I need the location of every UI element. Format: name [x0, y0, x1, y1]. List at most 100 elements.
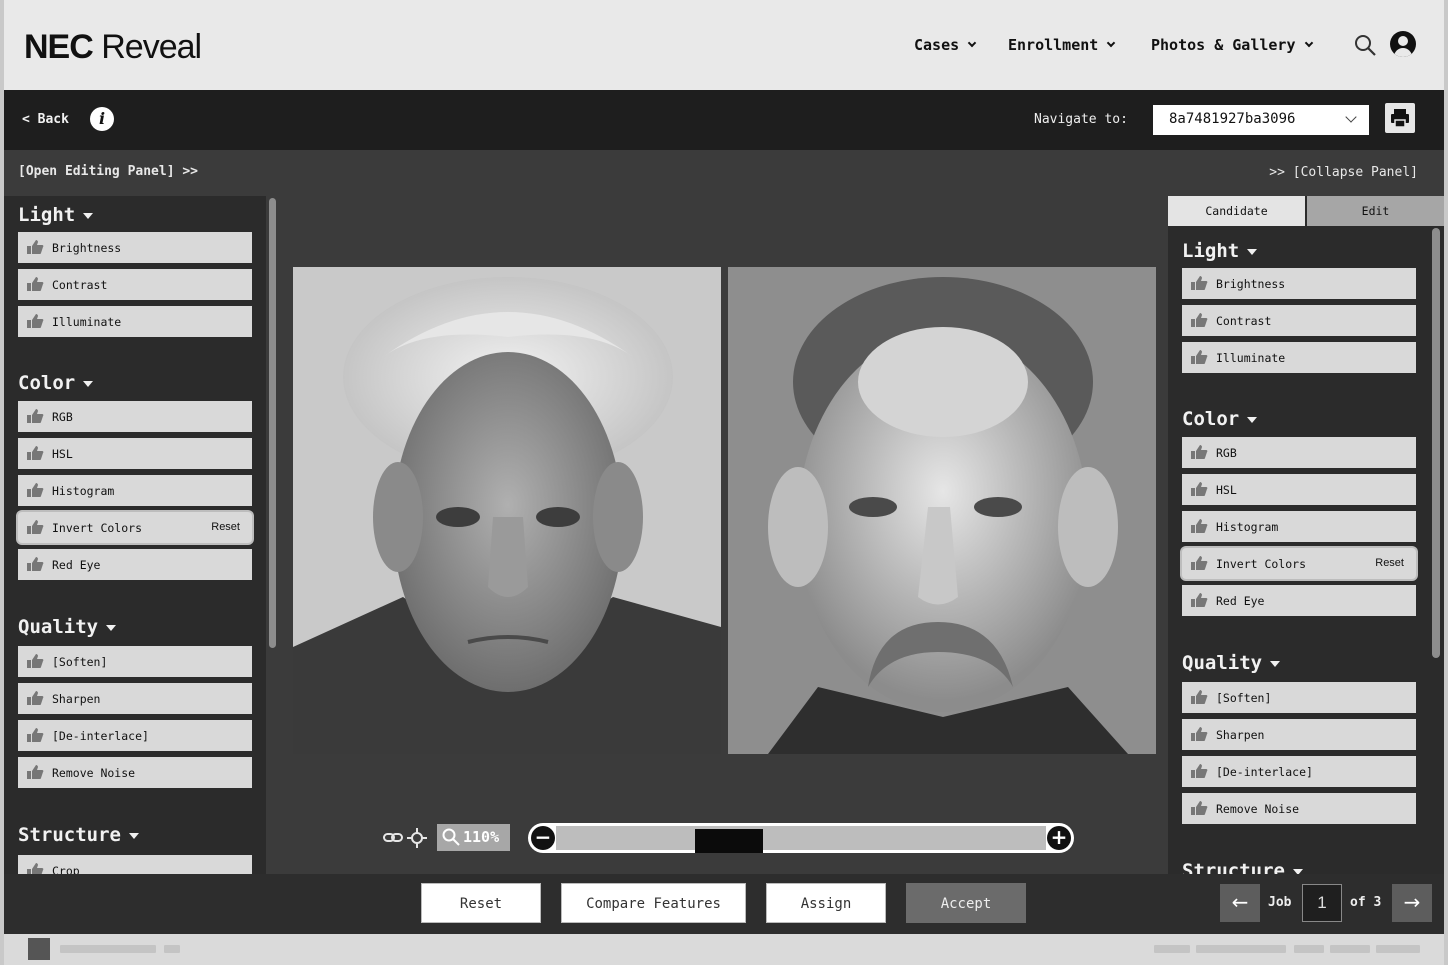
tool-red-eye[interactable]: Red Eye	[18, 549, 252, 580]
section-title: Color	[1182, 408, 1240, 430]
navigate-select[interactable]: 8a7481927ba3096	[1153, 105, 1369, 135]
assign-button[interactable]: Assign	[766, 883, 886, 923]
tool-de-interlace[interactable]: [De-interlace]	[1182, 756, 1416, 787]
crosshair-icon[interactable]	[406, 827, 428, 849]
zoom-slider[interactable]: − +	[528, 823, 1074, 853]
zoom-out-button[interactable]: −	[531, 826, 555, 850]
tool-hsl[interactable]: HSL	[18, 438, 252, 469]
section-color[interactable]: Color	[18, 372, 94, 394]
tool-contrast[interactable]: Contrast	[1182, 305, 1416, 336]
left-editing-panel: Light Brightness Contrast Illuminate Col…	[4, 196, 266, 874]
invert-colors-reset-link[interactable]: Reset	[1375, 557, 1404, 569]
section-title: Quality	[1182, 652, 1263, 674]
tool-histogram[interactable]: Histogram	[1182, 511, 1416, 542]
tool-hsl[interactable]: HSL	[1182, 474, 1416, 505]
thumbs-up-icon	[27, 691, 44, 705]
section-title: Quality	[18, 616, 99, 638]
right-panel-scrollbar[interactable]	[1432, 228, 1440, 658]
tool-contrast[interactable]: Contrast	[18, 269, 252, 300]
tool-sharpen[interactable]: Sharpen	[18, 683, 252, 714]
tool-label: [De-interlace]	[1216, 765, 1313, 779]
tab-edit[interactable]: Edit	[1307, 196, 1444, 226]
zoom-level-display[interactable]: 110%	[437, 824, 510, 851]
thumbs-up-icon	[1191, 519, 1208, 533]
zoom-slider-track[interactable]	[556, 826, 1046, 853]
tool-invert-colors[interactable]: Invert Colors Reset	[1182, 548, 1416, 579]
tool-label: Red Eye	[52, 558, 101, 572]
thumbs-up-icon	[1191, 276, 1208, 290]
previous-job-button[interactable]: ←	[1220, 884, 1260, 922]
next-job-button[interactable]: →	[1392, 884, 1432, 922]
tool-rgb[interactable]: RGB	[18, 401, 252, 432]
section-structure[interactable]: Structure	[1182, 860, 1303, 874]
tool-label: [Soften]	[52, 655, 108, 669]
footer-blurred-text	[1330, 945, 1370, 953]
tool-label: Illuminate	[52, 315, 122, 329]
section-structure[interactable]: Structure	[18, 824, 139, 846]
probe-face-image	[293, 267, 721, 754]
section-light[interactable]: Light	[1182, 240, 1258, 262]
tool-soften[interactable]: [Soften]	[1182, 682, 1416, 713]
thumbs-up-icon	[1191, 313, 1208, 327]
print-button[interactable]	[1385, 103, 1415, 133]
tool-label: Brightness	[1216, 277, 1286, 291]
thumbs-up-icon	[27, 314, 44, 328]
section-title: Structure	[18, 824, 121, 846]
thumbs-up-icon	[27, 240, 44, 254]
thumbs-up-icon	[27, 654, 44, 668]
thumbs-up-icon	[1191, 690, 1208, 704]
menu-cases[interactable]: Cases	[914, 36, 977, 54]
tool-crop[interactable]: Crop	[18, 855, 252, 874]
chevron-down-icon	[1345, 111, 1357, 123]
thumbs-up-icon	[1191, 445, 1208, 459]
info-icon[interactable]: i	[90, 107, 114, 131]
tool-brightness[interactable]: Brightness	[18, 232, 252, 263]
caret-down-icon	[106, 624, 117, 631]
menu-photos-gallery-label: Photos & Gallery	[1151, 36, 1296, 54]
tool-label: HSL	[1216, 483, 1237, 497]
zoom-slider-handle[interactable]	[695, 829, 763, 853]
reset-button[interactable]: Reset	[421, 883, 541, 923]
left-panel-scrollbar[interactable]	[266, 196, 280, 874]
tool-label: RGB	[1216, 446, 1237, 460]
tool-histogram[interactable]: Histogram	[18, 475, 252, 506]
tab-candidate[interactable]: Candidate	[1168, 196, 1305, 226]
probe-photo[interactable]	[293, 267, 721, 754]
menu-photos-gallery[interactable]: Photos & Gallery	[1151, 36, 1313, 54]
section-color[interactable]: Color	[1182, 408, 1258, 430]
tool-soften[interactable]: [Soften]	[18, 646, 252, 677]
tool-rgb[interactable]: RGB	[1182, 437, 1416, 468]
link-icon[interactable]	[382, 827, 404, 849]
tool-invert-colors[interactable]: Invert Colors Reset	[18, 512, 252, 543]
section-light[interactable]: Light	[18, 204, 94, 226]
search-icon[interactable]	[1354, 34, 1376, 56]
menu-enrollment[interactable]: Enrollment	[1008, 36, 1116, 54]
tool-illuminate[interactable]: Illuminate	[1182, 342, 1416, 373]
back-button[interactable]: < Back	[22, 112, 69, 127]
section-quality[interactable]: Quality	[18, 616, 117, 638]
zoom-in-button[interactable]: +	[1047, 826, 1071, 850]
candidate-photo[interactable]	[728, 267, 1156, 754]
thumbs-up-icon	[1191, 727, 1208, 741]
user-avatar-icon[interactable]	[1390, 31, 1416, 57]
nec-reveal-logo[interactable]: NEC Reveal	[24, 28, 202, 67]
section-title: Color	[18, 372, 76, 394]
accept-button[interactable]: Accept	[906, 883, 1026, 923]
scrollbar-thumb[interactable]	[269, 198, 276, 648]
tool-red-eye[interactable]: Red Eye	[1182, 585, 1416, 616]
tool-label: Crop	[52, 864, 80, 874]
tool-remove-noise[interactable]: Remove Noise	[18, 757, 252, 788]
tool-de-interlace[interactable]: [De-interlace]	[18, 720, 252, 751]
navigate-select-value: 8a7481927ba3096	[1169, 111, 1296, 127]
tool-sharpen[interactable]: Sharpen	[1182, 719, 1416, 750]
tool-brightness[interactable]: Brightness	[1182, 268, 1416, 299]
section-title: Light	[1182, 240, 1240, 262]
tool-remove-noise[interactable]: Remove Noise	[1182, 793, 1416, 824]
invert-colors-reset-link[interactable]: Reset	[211, 521, 240, 533]
open-editing-panel-link[interactable]: [Open Editing Panel] >>	[18, 164, 198, 179]
collapse-panel-link[interactable]: >> [Collapse Panel]	[1269, 165, 1418, 180]
tool-illuminate[interactable]: Illuminate	[18, 306, 252, 337]
compare-features-button[interactable]: Compare Features	[561, 883, 746, 923]
section-quality[interactable]: Quality	[1182, 652, 1281, 674]
job-number-input[interactable]: 1	[1302, 884, 1342, 922]
